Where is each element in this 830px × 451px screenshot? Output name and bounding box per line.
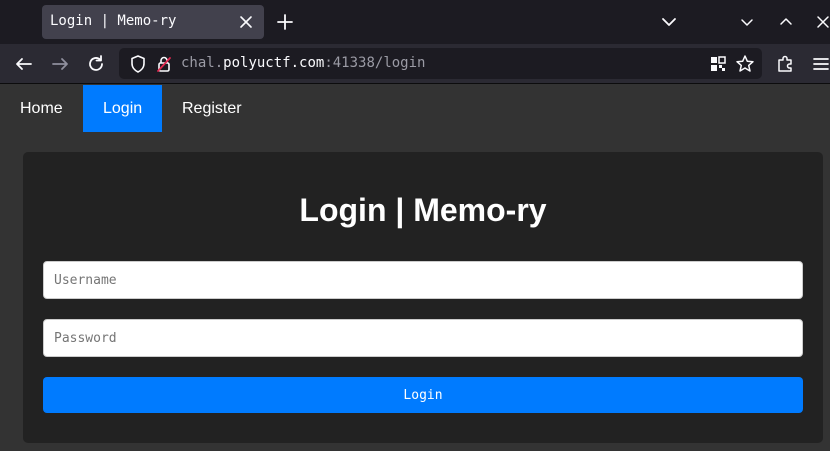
url-host: polyuctf.com (223, 55, 325, 71)
password-input[interactable] (43, 319, 803, 357)
shield-icon[interactable] (125, 51, 151, 77)
url-bar[interactable]: chal.polyuctf.com:41338/login (119, 48, 762, 79)
site-navbar: Home Login Register (0, 85, 830, 132)
qr-code-icon[interactable] (705, 51, 731, 77)
window-close-icon[interactable] (810, 9, 830, 35)
chevron-down-icon[interactable] (656, 9, 682, 35)
browser-toolbar: chal.polyuctf.com:41338/login (0, 44, 830, 84)
url-suffix: :41338/login (324, 55, 426, 71)
nav-register-link[interactable]: Register (162, 85, 262, 132)
nav-home-link[interactable]: Home (0, 85, 83, 132)
browser-tab-strip: Login | Memo-ry (0, 0, 830, 44)
page-title: Login | Memo-ry (299, 192, 547, 228)
browser-tab[interactable]: Login | Memo-ry (42, 5, 264, 39)
tab-title: Login | Memo-ry (50, 13, 177, 29)
nav-login-link[interactable]: Login (83, 85, 162, 132)
url-prefix: chal. (181, 55, 224, 71)
minimize-chevron-icon[interactable] (734, 9, 760, 35)
login-submit-button[interactable]: Login (43, 377, 803, 413)
close-icon[interactable] (236, 10, 256, 34)
login-card: Login | Memo-ry Login (23, 152, 823, 443)
maximize-chevron-icon[interactable] (773, 9, 799, 35)
lock-icon[interactable] (151, 51, 177, 77)
hamburger-menu-icon[interactable] (808, 51, 830, 77)
arrow-right-icon[interactable] (47, 51, 73, 77)
star-icon[interactable] (732, 51, 758, 77)
username-input[interactable] (43, 261, 803, 299)
arrow-left-icon[interactable] (11, 51, 37, 77)
puzzle-icon[interactable] (772, 51, 798, 77)
reload-icon[interactable] (83, 51, 109, 77)
plus-icon[interactable] (272, 9, 298, 35)
url-text[interactable]: chal.polyuctf.com:41338/login (181, 55, 425, 71)
